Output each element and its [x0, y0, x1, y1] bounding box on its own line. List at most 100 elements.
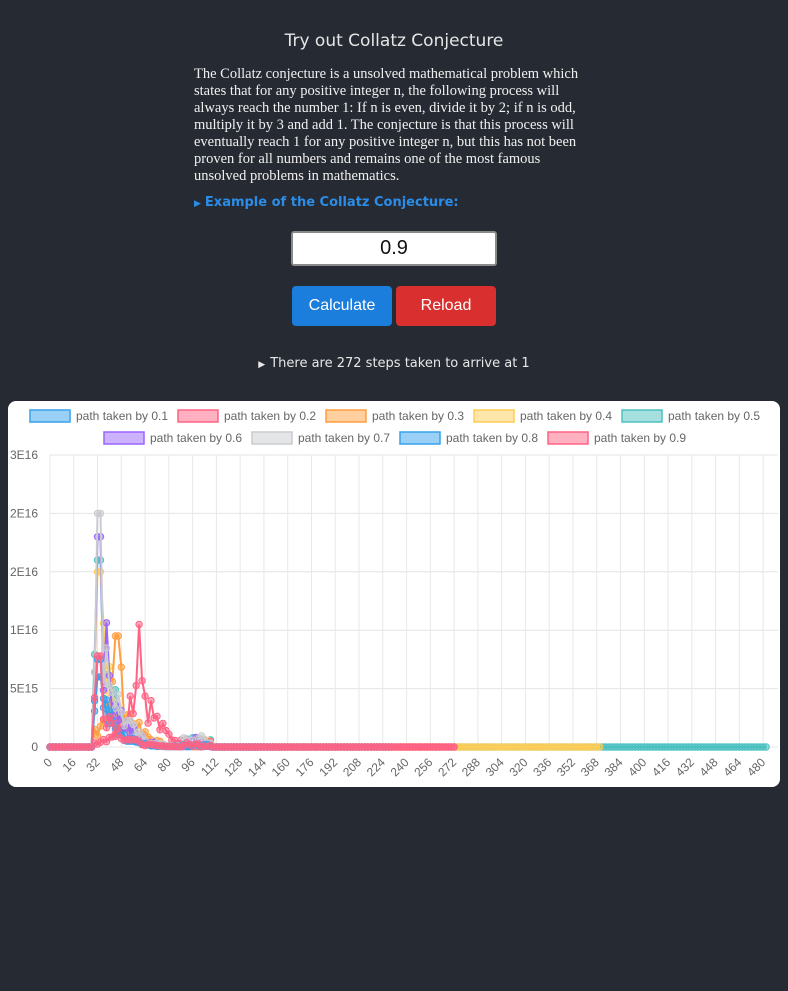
x-tick-label: 256 [411, 755, 435, 779]
x-tick-label: 352 [554, 755, 578, 779]
legend-swatch [547, 431, 589, 445]
x-tick-label: 432 [673, 755, 697, 779]
series-point [93, 732, 102, 740]
series-line [50, 658, 273, 748]
x-tick-label: 464 [720, 755, 744, 779]
x-tick-label: 208 [340, 755, 364, 779]
legend-swatch [621, 409, 663, 423]
x-tick-label: 128 [221, 755, 245, 779]
collatz-line-chart: path taken by 0.1 path taken by 0.2 path t… [10, 409, 778, 779]
y-tick-label: 2E16 [10, 506, 38, 520]
legend-swatch [177, 409, 219, 423]
series-point [105, 681, 114, 690]
legend-label: path taken by 0.9 [594, 431, 686, 445]
series-point [159, 719, 167, 728]
legend-swatch [29, 409, 71, 423]
x-tick-label: 400 [625, 755, 649, 779]
series-point [117, 708, 126, 716]
x-tick-label: 144 [245, 755, 269, 779]
series-point [108, 719, 117, 727]
series-point [105, 707, 114, 715]
series-point [450, 743, 458, 751]
x-tick-label: 32 [83, 755, 103, 775]
y-tick-label: 1E16 [10, 623, 38, 637]
steps-summary-label: There are 272 steps taken to arrive at 1 [270, 356, 530, 371]
series-point [117, 663, 126, 671]
y-tick-label: 2E16 [10, 565, 38, 579]
series-point [114, 632, 123, 640]
series-point [132, 681, 140, 690]
x-tick-label: 448 [697, 755, 721, 779]
y-tick-label: 0 [31, 740, 38, 754]
legend-swatch [399, 431, 441, 445]
series-point [126, 692, 134, 700]
x-tick-label: 96 [178, 755, 198, 775]
series-point [114, 690, 123, 699]
x-tick-label: 192 [316, 755, 340, 779]
legend-label: path taken by 0.6 [150, 431, 242, 445]
reload-button[interactable]: Reload [396, 286, 496, 326]
series-point [135, 620, 143, 629]
example-toggle[interactable]: ▶ Example of the Collatz Conjecture: [194, 195, 459, 210]
x-tick-label: 416 [649, 755, 673, 779]
series-point [153, 712, 161, 720]
x-tick-label: 160 [269, 755, 293, 779]
x-tick-label: 272 [435, 755, 459, 779]
series-point [156, 726, 164, 734]
page-title: Try out Collatz Conjecture [284, 31, 504, 51]
steps-toggle[interactable]: ▶ There are 272 steps taken to arrive at … [0, 356, 788, 371]
x-tick-label: 16 [60, 755, 80, 775]
x-tick-label: 48 [107, 755, 127, 775]
description-text: The Collatz conjecture is a unsolved mat… [194, 66, 579, 184]
legend-label: path taken by 0.5 [668, 409, 760, 423]
x-tick-label: 304 [483, 755, 507, 779]
disclosure-triangle-icon: ▶ [194, 199, 201, 209]
x-tick-label: 368 [578, 755, 602, 779]
series-point [102, 619, 111, 627]
x-tick-label: 112 [198, 755, 222, 779]
y-tick-label: 5E15 [10, 682, 38, 696]
series-point [102, 696, 111, 704]
series-point [141, 692, 149, 700]
series-point [762, 743, 770, 751]
series-point [90, 694, 99, 702]
legend-label: path taken by 0.1 [76, 409, 168, 423]
x-tick-label: 320 [506, 755, 530, 779]
series-point [114, 724, 123, 732]
example-toggle-label: Example of the Collatz Conjecture: [204, 195, 459, 210]
series-point [96, 509, 105, 518]
x-tick-label: 384 [602, 755, 626, 779]
legend-label: path taken by 0.7 [298, 431, 390, 445]
x-tick-label: 64 [131, 755, 151, 775]
series-point [596, 743, 604, 751]
legend-swatch [103, 431, 145, 445]
calculate-button[interactable]: Calculate [292, 286, 392, 326]
chart-card: path taken by 0.1 path taken by 0.2 path t… [8, 401, 780, 787]
x-tick-label: 176 [293, 755, 317, 779]
series-point [144, 719, 152, 727]
legend-swatch [325, 409, 367, 423]
x-tick-label: 240 [388, 755, 412, 779]
x-tick-label: 224 [364, 755, 388, 779]
x-tick-label: 80 [155, 755, 175, 775]
legend-label: path taken by 0.4 [520, 409, 612, 423]
y-tick-label: 3E16 [10, 448, 38, 462]
series-point [129, 709, 137, 718]
legend-label: path taken by 0.8 [446, 431, 538, 445]
x-tick-label: 480 [744, 755, 768, 779]
series-point [102, 724, 111, 732]
x-tick-label: 0 [40, 755, 55, 770]
legend-swatch [473, 409, 515, 423]
series-point [138, 677, 146, 685]
legend-swatch [251, 431, 293, 445]
series-point [105, 713, 114, 721]
series-point [102, 644, 111, 652]
legend-label: path taken by 0.3 [372, 409, 464, 423]
series-point [96, 652, 105, 660]
series-point [129, 720, 137, 729]
series-point [87, 743, 96, 751]
number-input[interactable] [291, 231, 497, 266]
legend-label: path taken by 0.2 [224, 409, 316, 423]
x-tick-label: 336 [530, 755, 554, 779]
series-point [147, 696, 155, 705]
